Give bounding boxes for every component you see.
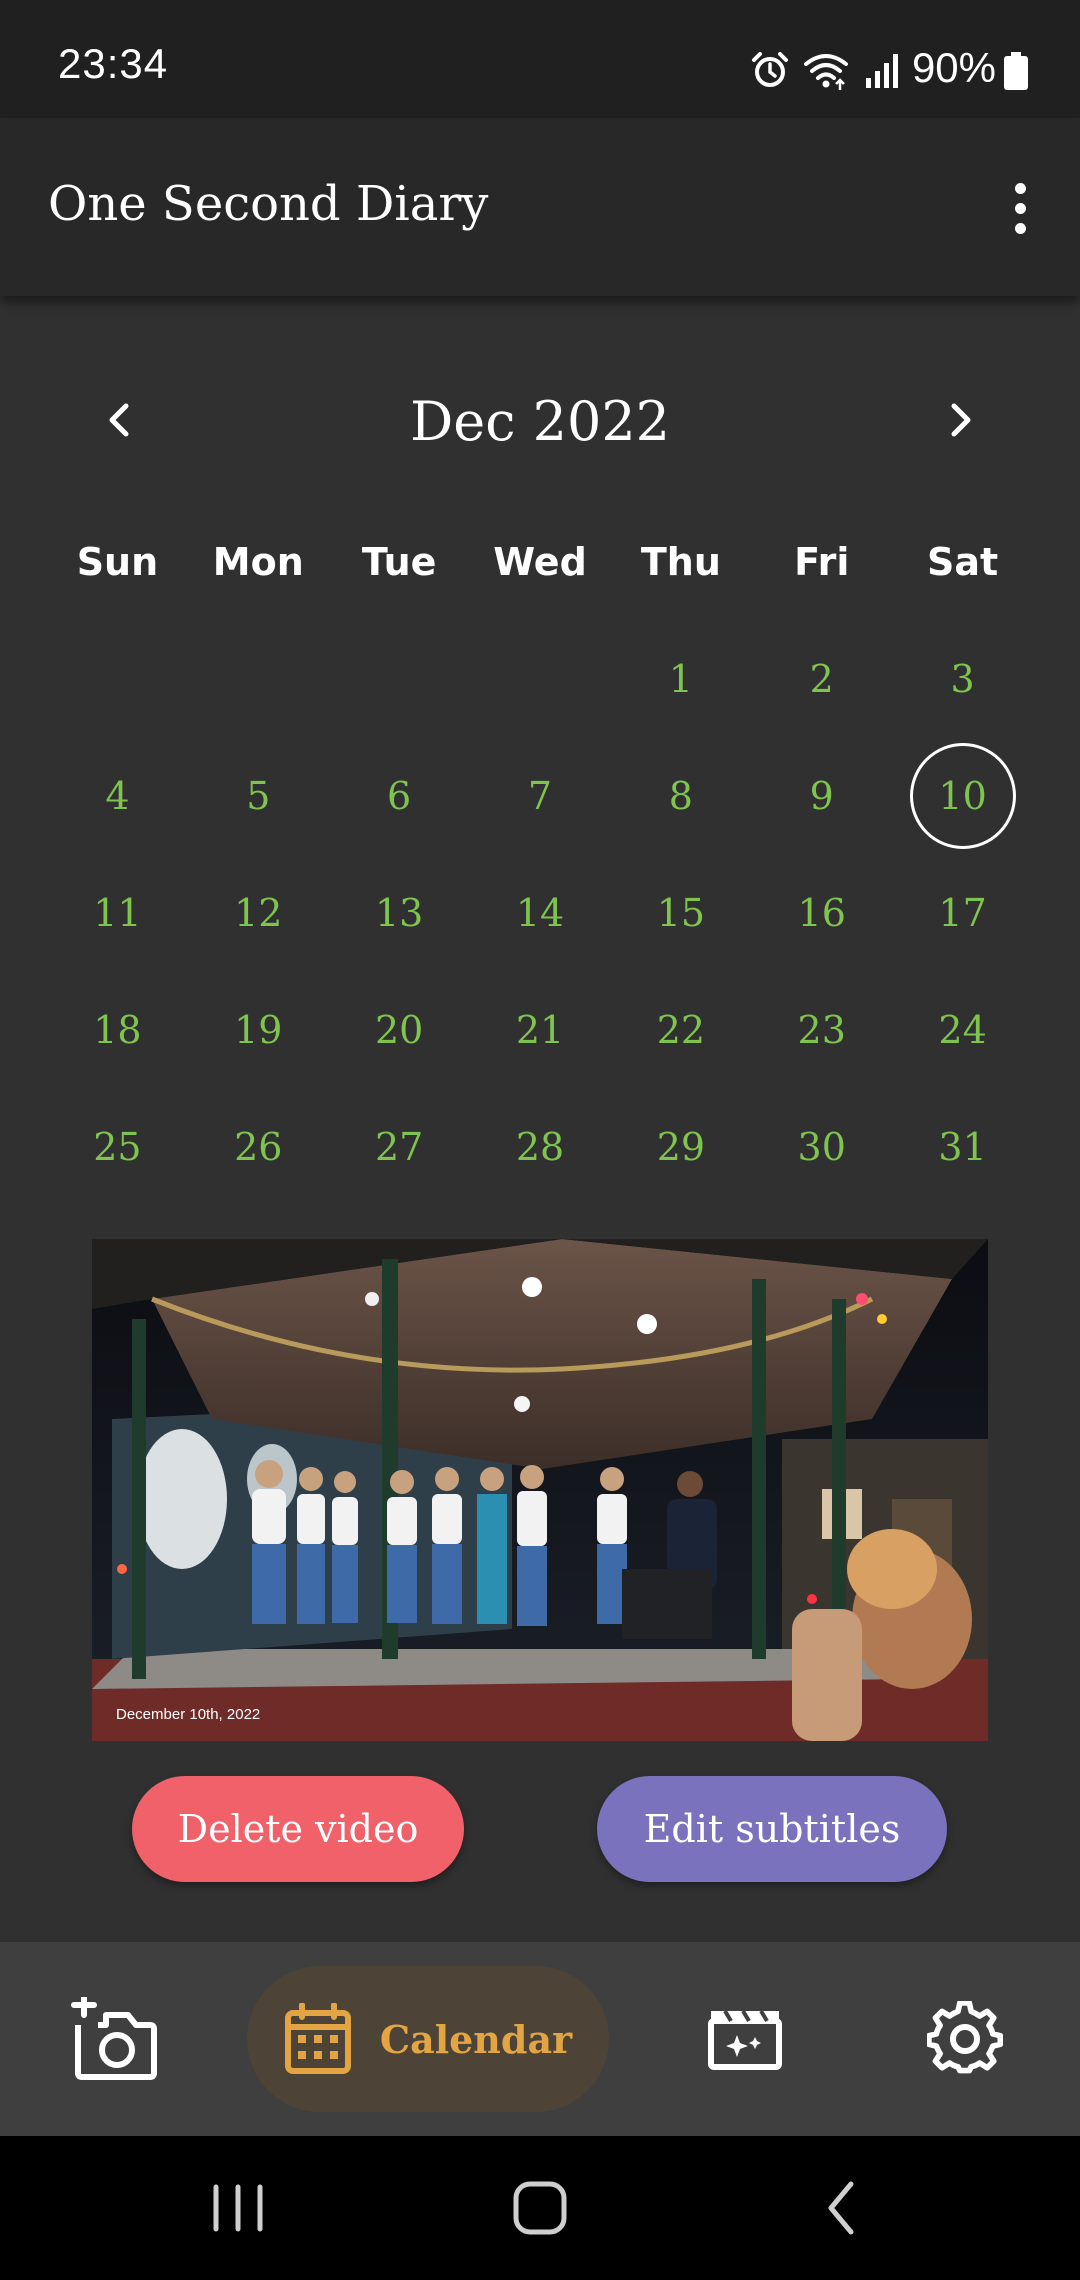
weekday-label: Sat bbox=[926, 540, 999, 584]
month-header: Dec 2022 bbox=[0, 380, 1080, 460]
calendar-day[interactable]: 30 bbox=[751, 1088, 892, 1205]
calendar-day-empty bbox=[47, 620, 188, 737]
alarm-icon bbox=[752, 52, 788, 87]
calendar-week: 11 12 13 14 15 16 17 bbox=[47, 854, 1033, 971]
calendar-day[interactable]: 8 bbox=[610, 737, 751, 854]
app-title: One Second Diary bbox=[48, 176, 489, 232]
system-navigation-bar bbox=[0, 2136, 1080, 2280]
calendar-day[interactable]: 3 bbox=[892, 620, 1033, 737]
calendar-day[interactable]: 27 bbox=[329, 1088, 470, 1205]
calendar-day[interactable]: 23 bbox=[751, 971, 892, 1088]
calendar-day[interactable]: 9 bbox=[751, 737, 892, 854]
calendar-day[interactable]: 5 bbox=[188, 737, 329, 854]
calendar-day-empty bbox=[470, 620, 611, 737]
calendar-week: 1 2 3 bbox=[47, 620, 1033, 737]
add-photo-icon bbox=[71, 1997, 157, 2080]
calendar-day[interactable]: 14 bbox=[470, 854, 611, 971]
weekday-label: Fri bbox=[794, 540, 850, 584]
app-bar: One Second Diary bbox=[0, 118, 1080, 296]
calendar-week: 18 19 20 21 22 23 24 bbox=[47, 971, 1033, 1088]
calendar-week: 25 26 27 28 29 30 31 bbox=[47, 1088, 1033, 1205]
signal-icon bbox=[866, 54, 898, 88]
delete-video-button[interactable]: Delete video bbox=[132, 1776, 464, 1882]
calendar-day[interactable]: 2 bbox=[751, 620, 892, 737]
calendar-grid: 1 2 3 4 5 6 7 8 9 10 11 12 13 14 15 16 1… bbox=[47, 620, 1033, 1205]
calendar-day[interactable]: 13 bbox=[329, 854, 470, 971]
back-icon[interactable] bbox=[802, 2168, 882, 2248]
nav-item-settings[interactable] bbox=[920, 1942, 1010, 2136]
weekday-label: Thu bbox=[640, 540, 721, 584]
calendar-day[interactable]: 11 bbox=[47, 854, 188, 971]
calendar-week: 4 5 6 7 8 9 10 bbox=[47, 737, 1033, 854]
calendar-day[interactable]: 6 bbox=[329, 737, 470, 854]
calendar-day[interactable]: 20 bbox=[329, 971, 470, 1088]
calendar-day[interactable]: 17 bbox=[892, 854, 1033, 971]
gear-icon bbox=[927, 2001, 1003, 2074]
calendar-day[interactable]: 19 bbox=[188, 971, 329, 1088]
nav-item-calendar[interactable]: Calendar bbox=[247, 1942, 609, 2136]
nav-item-label: Calendar bbox=[379, 2016, 573, 2062]
weekday-label: Mon bbox=[212, 540, 304, 584]
status-time: 23:34 bbox=[58, 40, 169, 87]
calendar-day-empty bbox=[329, 620, 470, 737]
status-icons bbox=[750, 48, 902, 92]
calendar-day[interactable]: 12 bbox=[188, 854, 329, 971]
weekday-label: Sun bbox=[76, 540, 159, 584]
chevron-right-icon[interactable] bbox=[920, 380, 1000, 460]
nav-item-record[interactable] bbox=[60, 1942, 170, 2136]
calendar-day[interactable]: 28 bbox=[470, 1088, 611, 1205]
video-preview[interactable]: December 10th, 2022 bbox=[92, 1239, 988, 1741]
battery-percent: 90% bbox=[911, 44, 996, 91]
calendar-day[interactable]: 29 bbox=[610, 1088, 751, 1205]
movie-edit-icon bbox=[708, 2009, 782, 2070]
more-vertical-icon[interactable] bbox=[990, 168, 1050, 248]
home-icon[interactable] bbox=[500, 2168, 580, 2248]
calendar-day[interactable]: 16 bbox=[751, 854, 892, 971]
nav-item-movie-maker[interactable] bbox=[700, 1942, 790, 2136]
calendar-day[interactable]: 21 bbox=[470, 971, 611, 1088]
calendar-day[interactable]: 31 bbox=[892, 1088, 1033, 1205]
calendar-day[interactable]: 25 bbox=[47, 1088, 188, 1205]
calendar-day[interactable]: 15 bbox=[610, 854, 751, 971]
calendar-day[interactable]: 7 bbox=[470, 737, 611, 854]
weekday-label: Wed bbox=[493, 540, 587, 584]
calendar-day-empty bbox=[188, 620, 329, 737]
edit-subtitles-button[interactable]: Edit subtitles bbox=[597, 1776, 947, 1882]
calendar-day-selected[interactable]: 10 bbox=[892, 737, 1033, 854]
calendar-day[interactable]: 18 bbox=[47, 971, 188, 1088]
wifi-icon bbox=[804, 54, 848, 90]
status-bar: 23:34 90% bbox=[0, 0, 1080, 118]
calendar-day[interactable]: 4 bbox=[47, 737, 188, 854]
video-caption: December 10th, 2022 bbox=[116, 1706, 261, 1723]
video-frame bbox=[92, 1239, 988, 1741]
calendar-day[interactable]: 26 bbox=[188, 1088, 329, 1205]
bottom-navigation: Calendar bbox=[0, 1942, 1080, 2136]
weekday-label: Tue bbox=[361, 540, 437, 584]
recents-icon[interactable] bbox=[198, 2168, 278, 2248]
calendar-day[interactable]: 22 bbox=[610, 971, 751, 1088]
battery-icon bbox=[1004, 52, 1028, 90]
calendar-day[interactable]: 1 bbox=[610, 620, 751, 737]
month-title: Dec 2022 bbox=[409, 390, 671, 453]
calendar-day[interactable]: 24 bbox=[892, 971, 1033, 1088]
calendar-icon bbox=[284, 2003, 351, 2074]
weekday-header: Sun Mon Tue Wed Thu Fri Sat bbox=[47, 540, 1033, 584]
